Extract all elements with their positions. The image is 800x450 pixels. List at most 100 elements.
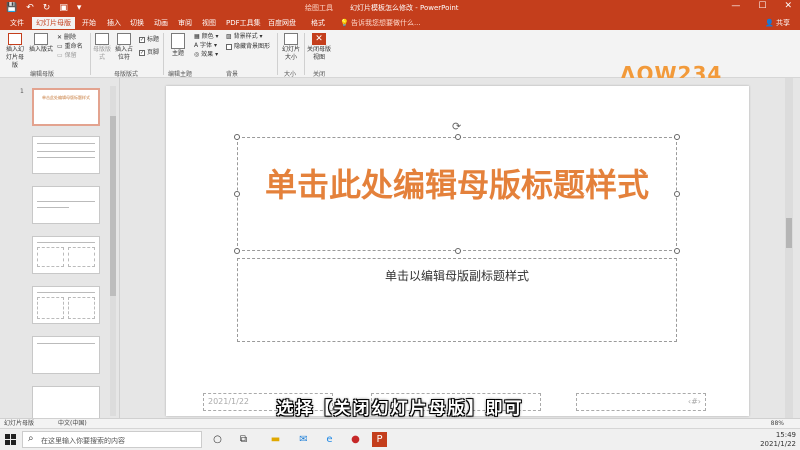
insert-placeholder-icon	[117, 33, 131, 45]
file-explorer-icon[interactable]: ▬	[268, 432, 283, 447]
windows-start-icon[interactable]	[5, 434, 16, 445]
thumbnail-layout[interactable]	[32, 286, 100, 324]
clock-date: 2021/1/22	[760, 440, 796, 448]
powerpoint-icon[interactable]: P	[372, 432, 387, 447]
task-view-icon[interactable]: ⧉	[236, 432, 251, 447]
mail-icon[interactable]: ✉	[296, 432, 311, 447]
hide-bg-label: 隐藏背景图形	[234, 43, 271, 50]
subtitle-placeholder[interactable]: 单击以编辑母版副标题样式	[237, 258, 677, 342]
resize-handle[interactable]	[234, 191, 240, 197]
save-icon[interactable]: 💾	[6, 2, 17, 14]
thumbnail-layout[interactable]	[32, 136, 100, 174]
insert-master-button[interactable]: 插入幻灯片母版	[4, 33, 26, 70]
thumb-line	[37, 242, 95, 243]
tab-home[interactable]: 开始	[78, 17, 100, 29]
rename-button[interactable]: ▭ 重命名	[57, 43, 83, 51]
thumb-line	[37, 151, 95, 152]
tab-slide-master[interactable]: 幻灯片母版	[32, 17, 75, 29]
scrollbar-thumb[interactable]	[110, 116, 116, 296]
status-bar: 幻灯片母版 中文(中国) 88%	[0, 418, 800, 428]
tab-file[interactable]: 文件	[6, 17, 28, 29]
master-layout-button[interactable]: 母版版式	[93, 33, 111, 62]
group-size: 大小	[284, 71, 297, 78]
status-language: 中文(中国)	[58, 420, 87, 427]
delete-button[interactable]: ✕ 删除	[57, 34, 76, 42]
tab-insert[interactable]: 插入	[103, 17, 125, 29]
effects-dropdown[interactable]: ◎ 效果 ▾	[194, 51, 218, 59]
record-icon[interactable]: ●	[348, 432, 363, 447]
tab-animations[interactable]: 动画	[150, 17, 172, 29]
footer-checkbox[interactable]: ✓ 页脚	[139, 49, 159, 57]
search-icon: ⌕	[28, 433, 34, 444]
customize-qat-icon[interactable]: ▾	[77, 2, 82, 14]
taskbar-search[interactable]: ⌕ 在这里输入你要搜索的内容	[22, 431, 202, 448]
minimize-button[interactable]: —	[731, 1, 740, 11]
preserve-label: 保留	[64, 52, 77, 59]
canvas-scrollbar[interactable]	[785, 78, 793, 418]
separator	[277, 33, 278, 75]
resize-handle[interactable]	[234, 248, 240, 254]
tab-review[interactable]: 审阅	[174, 17, 196, 29]
resize-handle[interactable]	[674, 191, 680, 197]
rotate-handle-icon[interactable]: ⟳	[452, 120, 461, 133]
tab-format[interactable]: 格式	[307, 17, 329, 29]
scrollbar-thumb[interactable]	[786, 218, 792, 248]
present-icon[interactable]: ▣	[59, 2, 68, 14]
slide[interactable]: ⟳ 单击此处编辑母版标题样式 单击以编辑母版副标题样式 2021/1/22 ‹#…	[166, 86, 749, 416]
effects-label: 效果	[201, 51, 214, 58]
quick-access-toolbar: 💾 ↶ ↻ ▣ ▾	[6, 2, 81, 14]
insert-placeholder-button[interactable]: 插入占位符	[113, 33, 135, 62]
maximize-button[interactable]: ☐	[758, 1, 766, 11]
tab-pdf-tools[interactable]: PDF工具集	[222, 17, 265, 29]
themes-button[interactable]: 主题	[168, 33, 188, 58]
themes-icon	[171, 33, 185, 49]
undo-icon[interactable]: ↶	[26, 2, 34, 14]
title-placeholder[interactable]: 单击此处编辑母版标题样式	[234, 134, 680, 254]
title-checkbox[interactable]: ✓ 标题	[139, 36, 159, 44]
tell-me-search[interactable]: 💡 告诉我您想要做什么...	[340, 17, 421, 29]
tab-view[interactable]: 视图	[198, 17, 220, 29]
thumb-box	[68, 297, 95, 319]
zoom-level[interactable]: 88%	[771, 419, 784, 428]
thumbnail-scrollbar[interactable]	[110, 86, 116, 416]
group-edit-master: 编辑母版	[30, 71, 55, 78]
tell-me-text: 告诉我您想要做什么...	[350, 19, 421, 27]
thumb-box	[37, 297, 64, 319]
close-button[interactable]: ✕	[784, 1, 792, 11]
separator	[304, 33, 305, 75]
thumbnail-layout[interactable]	[32, 186, 100, 224]
edge-icon[interactable]: e	[322, 432, 337, 447]
resize-handle[interactable]	[234, 134, 240, 140]
close-master-view-button[interactable]: ✕ 关闭母版视图	[306, 33, 332, 62]
tab-transitions[interactable]: 切换	[126, 17, 148, 29]
clock-time: 15:49	[775, 431, 796, 439]
resize-handle[interactable]	[674, 134, 680, 140]
slide-size-button[interactable]: 幻灯片大小	[280, 33, 302, 62]
insert-layout-button[interactable]: 插入版式	[28, 33, 54, 54]
taskbar: ⌕ 在这里输入你要搜索的内容 ○ ⧉ ▬ ✉ e ● P 15:49 2021/…	[0, 428, 800, 450]
background-styles-dropdown[interactable]: ▨ 背景样式 ▾	[226, 33, 263, 41]
resize-handle[interactable]	[455, 134, 461, 140]
close-x-icon: ✕	[312, 33, 326, 45]
insert-master-label: 插入幻灯片母版	[5, 46, 24, 69]
resize-handle[interactable]	[674, 248, 680, 254]
redo-icon[interactable]: ↻	[43, 2, 51, 14]
thumb-box	[37, 247, 64, 267]
preserve-button[interactable]: ▭ 保留	[57, 52, 77, 60]
colors-dropdown[interactable]: ▦ 颜色 ▾	[194, 33, 219, 41]
fonts-label: 字体	[200, 42, 213, 49]
fonts-dropdown[interactable]: A 字体 ▾	[194, 42, 217, 50]
resize-handle[interactable]	[455, 248, 461, 254]
hide-background-checkbox[interactable]: 隐藏背景图形	[226, 43, 270, 51]
thumbnail-layout[interactable]	[32, 336, 100, 374]
share-button[interactable]: 👤 共享	[765, 17, 790, 29]
thumbnail-master[interactable]: 单击此处编辑母版标题样式	[32, 88, 100, 126]
cortana-icon[interactable]: ○	[210, 432, 225, 447]
thumbnail-layout[interactable]	[32, 236, 100, 274]
insert-layout-icon	[34, 33, 48, 45]
master-layout-label: 母版版式	[93, 46, 112, 61]
group-edit-theme: 编辑主题	[168, 71, 193, 78]
tab-baidu[interactable]: 百度网盘	[264, 17, 300, 29]
thumb-line	[37, 157, 95, 158]
insert-placeholder-label: 插入占位符	[114, 46, 133, 61]
